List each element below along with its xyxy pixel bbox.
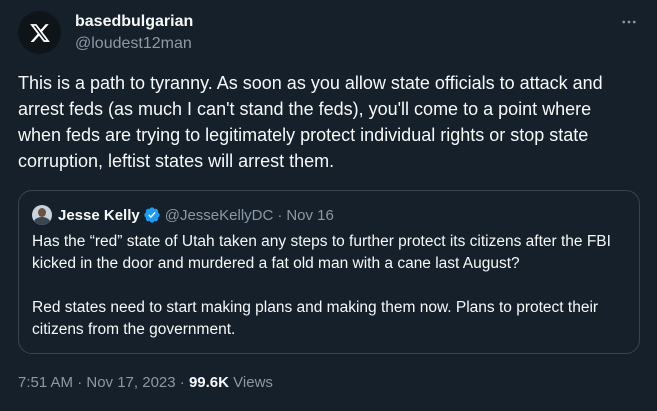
author-avatar[interactable] [18, 11, 61, 54]
quoted-author-avatar[interactable] [32, 205, 52, 225]
views-label: Views [233, 374, 273, 391]
tweet: basedbulgarian @loudest12man This is a p… [0, 0, 657, 411]
author-display-name[interactable]: basedbulgarian [75, 12, 193, 32]
quoted-paragraph: Has the “red” state of Utah taken any st… [32, 233, 611, 272]
tweet-text: This is a path to tyranny. As soon as yo… [18, 73, 603, 171]
tweet-timestamp[interactable]: 7:51 AM · Nov 17, 2023 [18, 374, 176, 391]
quoted-tweet-date[interactable]: Nov 16 [286, 207, 334, 224]
x-logo-icon [29, 23, 50, 42]
quoted-tweet-header: Jesse Kelly @JesseKellyDC · Nov 16 [32, 205, 334, 225]
tweet-meta: 7:51 AM · Nov 17, 2023 · 99.6K Views [18, 373, 273, 393]
quoted-tweet[interactable]: Jesse Kelly @JesseKellyDC · Nov 16 Has t… [18, 190, 640, 354]
quoted-author-display-name[interactable]: Jesse Kelly [58, 207, 140, 224]
quoted-author-handle[interactable]: @JesseKellyDC [165, 207, 274, 224]
verified-badge-icon [144, 207, 160, 223]
meta-separator: · [179, 374, 185, 391]
views-count: 99.6K [188, 374, 229, 391]
quoted-header-separator: · [277, 206, 283, 224]
quoted-paragraph: Red states need to start making plans an… [32, 299, 599, 338]
author-handle[interactable]: @loudest12man [75, 34, 192, 54]
quoted-tweet-text: Has the “red” state of Utah taken any st… [32, 231, 630, 341]
more-options-button[interactable] [617, 10, 641, 34]
more-horizontal-icon [622, 20, 636, 24]
